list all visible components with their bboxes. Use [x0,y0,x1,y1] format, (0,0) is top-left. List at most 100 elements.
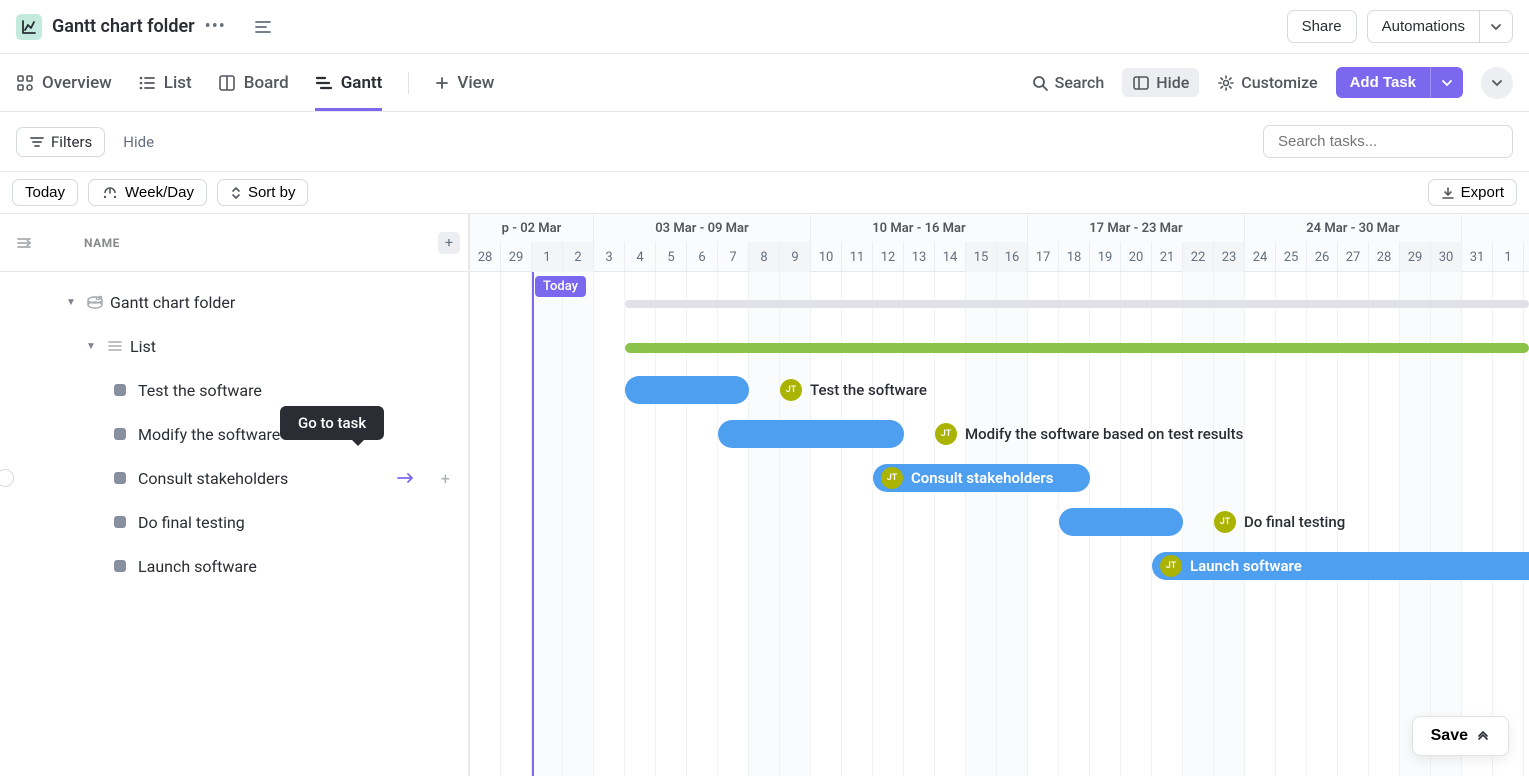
day-header: 1 [532,242,563,272]
day-header: 1 [1493,242,1524,272]
day-header: 7 [718,242,749,272]
day-header: 10 [811,242,842,272]
customize-action[interactable]: Customize [1217,73,1317,92]
search-action[interactable]: Search [1031,73,1105,92]
overview-icon [16,74,34,92]
day-header: 6 [687,242,718,272]
task-row[interactable]: Modify the software b Go to task [0,412,468,456]
task-label: JT Modify the software based on test res… [935,423,1243,445]
today-line [532,272,534,776]
avatar[interactable]: JT [1214,511,1236,533]
day-header: 25 [1276,242,1307,272]
more-icon[interactable]: ••• [205,16,226,37]
day-header: 4 [625,242,656,272]
task-bar[interactable]: JT Launch software [1152,552,1529,580]
tab-divider [408,72,409,94]
chevron-down-icon: ▼ [86,341,100,352]
avatar[interactable]: JT [780,379,802,401]
day-header: 5 [656,242,687,272]
day-header: 31 [1462,242,1493,272]
customize-icon [1217,74,1235,92]
weekday-button[interactable]: Week/Day [88,179,207,206]
more-menu-button[interactable] [1481,67,1513,99]
week-header: p - 02 Mar [470,214,594,242]
task-bar[interactable] [718,420,904,448]
automations-chevron[interactable] [1480,10,1513,43]
task-row[interactable]: Launch software [0,544,468,588]
filters-icon [29,135,45,149]
collapse-icon[interactable] [254,20,272,34]
automations-button[interactable]: Automations [1367,10,1480,43]
go-to-task-tooltip: Go to task [280,406,384,440]
topbar-left: Gantt chart folder ••• [16,14,272,40]
save-button[interactable]: Save [1412,716,1509,756]
day-header: 3 [594,242,625,272]
list-summary-row [470,326,1529,370]
task-bar[interactable] [1059,508,1183,536]
zoom-icon [101,186,119,200]
add-column-button[interactable]: + [438,232,460,254]
task-bar[interactable] [625,376,749,404]
add-task-chevron[interactable] [1430,67,1463,98]
day-header: 22 [1183,242,1214,272]
go-to-task-icon[interactable] [396,471,416,485]
day-header: 12 [873,242,904,272]
week-headers: p - 02 Mar03 Mar - 09 Mar10 Mar - 16 Mar… [470,214,1529,242]
filter-bar: Filters Hide [0,112,1529,172]
add-subtask-icon[interactable]: + [441,469,450,488]
add-task-group: Add Task [1336,67,1463,98]
add-task-button[interactable]: Add Task [1336,67,1430,98]
tab-board[interactable]: Board [218,54,289,111]
task-row[interactable]: Consult stakeholders + [0,456,468,500]
day-header: 9 [780,242,811,272]
day-header: 29 [1400,242,1431,272]
name-column-header: NAME [84,236,120,250]
gantt-row: JT Consult stakeholders [470,456,1529,500]
gantt-header: p - 02 Mar03 Mar - 09 Mar10 Mar - 16 Mar… [470,214,1529,272]
folder-row[interactable]: ▼ Gantt chart folder [0,280,468,324]
search-tasks-input[interactable] [1263,125,1513,158]
gantt-body[interactable]: Today JT Test the software [470,272,1529,776]
share-button[interactable]: Share [1287,10,1357,43]
gantt-chart[interactable]: p - 02 Mar03 Mar - 09 Mar10 Mar - 16 Mar… [470,214,1529,776]
list-summary-bar[interactable] [625,343,1529,353]
gantt-row: JT Modify the software based on test res… [470,412,1529,456]
avatar[interactable]: JT [935,423,957,445]
day-header: 8 [749,242,780,272]
hide-action[interactable]: Hide [1122,68,1199,97]
tab-list[interactable]: List [138,54,192,111]
row-select-circle[interactable] [0,469,14,487]
page-title[interactable]: Gantt chart folder [52,16,195,37]
export-button[interactable]: Export [1428,179,1517,206]
list-icon [106,339,124,353]
filters-button[interactable]: Filters [16,127,105,157]
task-label: JT Test the software [780,379,927,401]
tab-gantt[interactable]: Gantt [315,54,383,111]
task-label: JT Do final testing [1214,511,1345,533]
day-header: 20 [1121,242,1152,272]
gantt-icon [315,74,333,92]
reorder-icon[interactable] [16,236,34,250]
day-header: 29 [501,242,532,272]
task-bar[interactable]: JT Consult stakeholders [873,464,1090,492]
task-row[interactable]: Test the software [0,368,468,412]
task-row[interactable]: Do final testing [0,500,468,544]
hide-filter-button[interactable]: Hide [123,133,154,151]
folder-summary-bar[interactable] [625,300,1529,308]
today-button[interactable]: Today [12,179,78,206]
day-header: 15 [966,242,997,272]
list-row[interactable]: ▼ List [0,324,468,368]
sortby-button[interactable]: Sort by [217,179,309,206]
tabs-bar: Overview List Board Gantt View Search Hi… [0,54,1529,112]
day-header: 16 [997,242,1028,272]
tab-overview[interactable]: Overview [16,54,112,111]
week-header [1462,214,1529,242]
day-header: 14 [935,242,966,272]
avatar[interactable]: JT [881,467,903,489]
folder-chart-icon [16,14,42,40]
add-view-button[interactable]: View [435,54,494,111]
avatar[interactable]: JT [1160,555,1182,577]
main-content: NAME + ▼ Gantt chart folder ▼ List Test … [0,214,1529,776]
folder-icon [86,294,104,310]
topbar-right: Share Automations [1287,10,1513,43]
